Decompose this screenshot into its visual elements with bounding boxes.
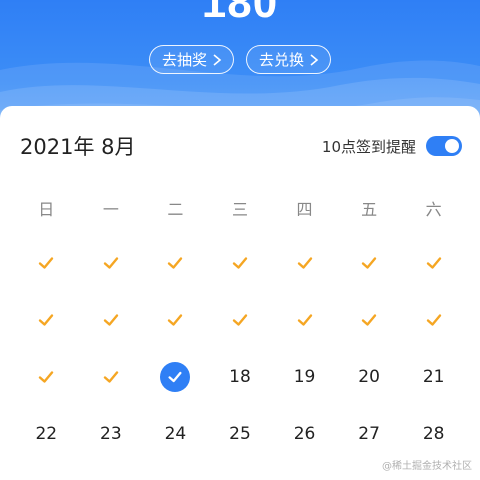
weekday-label: 五 <box>361 200 378 219</box>
week-row: 18 19 20 21 <box>14 357 466 397</box>
month-title: 2021年 8月 <box>20 135 136 159</box>
checkmark-icon <box>39 371 54 383</box>
week-row <box>14 243 466 283</box>
checkmark-icon <box>361 257 377 269</box>
day-cell[interactable]: 21 <box>401 357 466 397</box>
checkmark-icon <box>232 314 248 326</box>
weekday-row: 日 一 二 三 四 五 六 <box>14 188 466 228</box>
today-marker <box>160 362 191 392</box>
day-number: 19 <box>293 367 316 387</box>
day-cell-checked[interactable] <box>14 300 79 340</box>
toggle-knob <box>445 139 459 153</box>
day-cell-checked[interactable] <box>14 243 79 283</box>
day-cell-checked[interactable] <box>208 243 273 283</box>
day-number: 25 <box>229 424 251 444</box>
day-number: 26 <box>293 424 316 444</box>
day-cell-checked[interactable] <box>208 300 273 340</box>
checkmark-icon <box>103 257 119 269</box>
checkmark-icon <box>232 257 248 269</box>
checkmark-icon <box>103 314 119 326</box>
day-cell[interactable]: 20 <box>337 357 402 397</box>
day-cell-today[interactable] <box>143 357 208 397</box>
checkmark-icon <box>426 257 441 269</box>
day-cell[interactable]: 18 <box>208 357 273 397</box>
day-number: 18 <box>229 367 251 387</box>
day-cell-checked[interactable] <box>143 300 208 340</box>
day-number: 24 <box>164 424 187 444</box>
chevron-right-icon <box>213 53 222 66</box>
day-cell-checked[interactable] <box>143 243 208 283</box>
points-value: 180 <box>201 0 279 27</box>
day-cell-checked[interactable] <box>79 300 144 340</box>
checkmark-icon <box>297 314 312 326</box>
checkmark-icon <box>361 314 377 326</box>
checkmark-icon <box>39 257 54 269</box>
checkmark-icon <box>103 371 119 383</box>
day-cell-checked[interactable] <box>79 243 144 283</box>
day-cell-checked[interactable] <box>337 300 402 340</box>
checkmark-icon <box>168 257 183 269</box>
reminder-setting: 10点签到提醒 <box>322 136 462 157</box>
day-number: 23 <box>100 424 122 444</box>
day-cell[interactable]: 27 <box>337 414 402 454</box>
day-cell[interactable]: 26 <box>272 414 337 454</box>
hero-actions: 去抽奖 去兑换 <box>0 45 480 74</box>
weekday-label: 六 <box>425 200 442 219</box>
day-cell-checked[interactable] <box>272 300 337 340</box>
week-row <box>14 300 466 340</box>
redeem-button[interactable]: 去兑换 <box>246 45 332 74</box>
day-cell-checked[interactable] <box>14 357 79 397</box>
day-cell[interactable]: 23 <box>79 414 144 454</box>
calendar-header: 2021年 8月 10点签到提醒 <box>20 132 462 160</box>
day-number: 22 <box>35 424 58 444</box>
checkmark-icon <box>168 314 183 326</box>
lottery-button-label: 去抽奖 <box>161 51 207 69</box>
day-cell-checked[interactable] <box>79 357 144 397</box>
lottery-button[interactable]: 去抽奖 <box>148 45 234 74</box>
weekday-label: 日 <box>38 200 55 219</box>
day-cell[interactable]: 22 <box>14 414 79 454</box>
day-cell-checked[interactable] <box>272 243 337 283</box>
day-cell[interactable]: 25 <box>208 414 273 454</box>
checkmark-icon <box>39 314 54 326</box>
day-number: 28 <box>422 424 445 444</box>
day-cell[interactable]: 28 <box>401 414 466 454</box>
day-number: 20 <box>358 367 380 387</box>
weekday-label: 四 <box>296 200 313 219</box>
watermark: @稀土掘金技术社区 <box>382 461 472 472</box>
redeem-button-label: 去兑换 <box>259 51 305 69</box>
week-row: 22 23 24 25 26 27 28 <box>14 414 466 454</box>
reminder-label: 10点签到提醒 <box>321 137 416 156</box>
day-number: 21 <box>422 367 445 387</box>
weekday-label: 三 <box>231 200 248 219</box>
day-number: 27 <box>358 424 380 444</box>
checkmark-icon <box>168 371 182 383</box>
calendar-card: 2021年 8月 10点签到提醒 日 一 二 三 四 五 六 18 19 20 21 2… <box>0 106 480 480</box>
checkmark-icon <box>426 314 441 326</box>
chevron-right-icon <box>310 53 319 66</box>
day-cell[interactable]: 19 <box>272 357 337 397</box>
day-cell[interactable]: 24 <box>143 414 208 454</box>
day-cell-checked[interactable] <box>401 300 466 340</box>
weekday-label: 一 <box>102 200 119 219</box>
weekday-label: 二 <box>167 200 184 219</box>
day-cell-checked[interactable] <box>337 243 402 283</box>
checkmark-icon <box>297 257 312 269</box>
day-cell-checked[interactable] <box>401 243 466 283</box>
reminder-toggle[interactable] <box>426 136 462 156</box>
